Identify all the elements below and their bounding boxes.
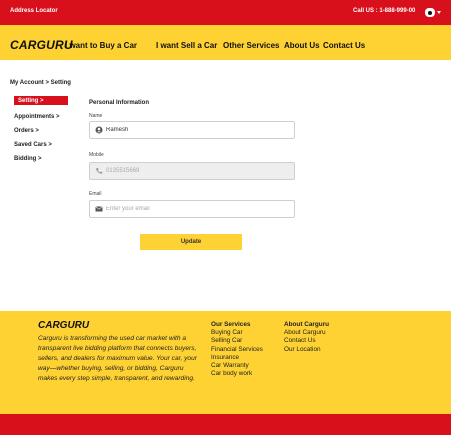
mobile-label: Mobile xyxy=(89,152,104,158)
footer: CARGURU Carguru is transforming the used… xyxy=(0,311,451,414)
nav-link-buy-car[interactable]: I want to Buy a Car xyxy=(65,41,137,50)
footer-link-selling-car[interactable]: Selling Car xyxy=(211,337,263,345)
sidebar-item-orders[interactable]: Orders > xyxy=(14,128,39,134)
top-bar: Address Locator Call US : 1-888-999-00 xyxy=(0,0,451,25)
footer-description: Carguru is transforming the used car mar… xyxy=(38,335,197,382)
nav-link-other-services[interactable]: Other Services xyxy=(223,41,279,50)
footer-link-car-body-work[interactable]: Car body work xyxy=(211,370,263,378)
name-input[interactable] xyxy=(106,127,286,133)
brand-logo[interactable]: CARGURU xyxy=(10,38,73,52)
email-field[interactable] xyxy=(89,200,295,218)
footer-link-financial-services[interactable]: Financial Services xyxy=(211,346,263,354)
footer-services-title: Our Services xyxy=(211,321,251,328)
footer-link-buying-car[interactable]: Buying Car xyxy=(211,329,263,337)
email-label: Email xyxy=(89,191,102,197)
main-nav: CARGURU I want to Buy a Car I want Sell … xyxy=(0,25,451,60)
envelope-icon xyxy=(95,205,103,213)
sidebar-item-setting[interactable]: Setting > xyxy=(14,96,68,105)
phone-icon xyxy=(95,167,103,175)
footer-brand: CARGURU xyxy=(38,320,90,331)
sidebar-item-bidding[interactable]: Bidding > xyxy=(14,156,42,162)
bottom-bar xyxy=(0,414,451,435)
footer-link-contact-us[interactable]: Contact Us xyxy=(284,337,329,345)
address-locator-link[interactable]: Address Locator xyxy=(10,8,58,14)
nav-link-about-us[interactable]: About Us xyxy=(284,41,320,50)
update-button[interactable]: Update xyxy=(140,234,242,250)
footer-link-car-warranty[interactable]: Car Warranty xyxy=(211,362,263,370)
call-us-text: Call US : 1-888-999-00 xyxy=(353,8,416,14)
name-field[interactable] xyxy=(89,121,295,139)
footer-about-title: About Carguru xyxy=(284,321,330,328)
mobile-field: 0135515669 xyxy=(89,162,295,180)
user-icon xyxy=(425,8,435,17)
nav-link-contact-us[interactable]: Contact Us xyxy=(323,41,365,50)
chevron-down-icon xyxy=(437,11,441,14)
email-input[interactable] xyxy=(106,206,286,212)
user-circle-icon xyxy=(95,126,103,134)
section-title: Personal Information xyxy=(89,100,150,106)
footer-link-insurance[interactable]: Insurance xyxy=(211,354,263,362)
footer-link-our-location[interactable]: Our Location xyxy=(284,346,329,354)
sidebar-item-appointments[interactable]: Appointments > xyxy=(14,114,60,120)
user-menu[interactable] xyxy=(425,7,441,18)
name-label: Name xyxy=(89,113,103,119)
mobile-value: 0135515669 xyxy=(106,168,140,174)
footer-about-column: About Carguru About Carguru Contact Us O… xyxy=(284,321,329,354)
breadcrumb: My Account > Setting xyxy=(10,80,71,86)
sidebar-item-saved-cars[interactable]: Saved Cars > xyxy=(14,142,52,148)
footer-link-about-carguru[interactable]: About Carguru xyxy=(284,329,329,337)
footer-services-column: Our Services Buying Car Selling Car Fina… xyxy=(211,321,263,378)
nav-link-sell-car[interactable]: I want Sell a Car xyxy=(156,41,217,50)
